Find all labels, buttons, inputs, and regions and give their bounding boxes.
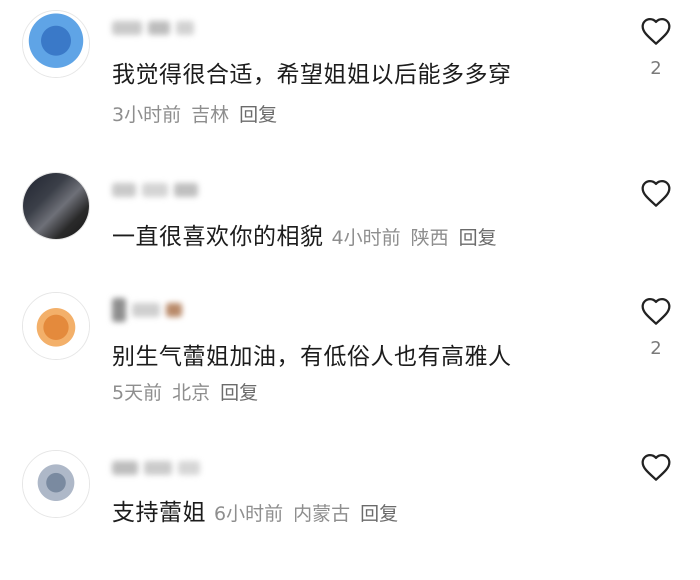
avatar[interactable] [22,292,90,360]
reply-button[interactable]: 回复 [220,382,258,404]
avatar-image [23,173,89,239]
comment-location: 陕西 [410,227,449,249]
avatar-image [23,293,89,359]
comment-item: 别生气蕾姐加油，有低俗人也有高雅人 5天前 北京 回复 2 [0,282,700,422]
comment-item: 支持蕾姐 6小时前 内蒙古 回复 [0,440,700,580]
username-blur-block [148,21,170,35]
heart-icon [641,18,671,45]
like-button[interactable]: 2 [638,16,674,79]
avatar[interactable] [22,10,90,78]
avatar-image [23,451,89,517]
comment-item: 一直很喜欢你的相貌 4小时前 陕西 回复 [0,162,700,302]
comment-meta: 6小时前 内蒙古 回复 [214,503,408,525]
comment-time: 6小时前 [214,503,284,525]
comment-location: 内蒙古 [293,503,351,525]
username-blur-block [174,183,198,197]
username-blurred[interactable] [112,14,222,42]
comment-text: 一直很喜欢你的相貌 [112,224,324,250]
avatar[interactable] [22,450,90,518]
avatar[interactable] [22,172,90,240]
reply-button[interactable]: 回复 [239,104,277,126]
comment-text-row: 一直很喜欢你的相貌 4小时前 陕西 回复 [112,217,610,251]
username-blur-block [112,21,142,35]
reply-button[interactable]: 回复 [360,503,398,525]
heart-icon [641,454,671,481]
heart-icon [641,298,671,325]
comment-time: 5天前 [112,382,163,404]
like-count: 2 [650,58,662,79]
heart-icon [641,180,671,207]
comment-meta: 3小时前 吉林 回复 [112,100,610,127]
username-blur-block [112,298,126,322]
like-button[interactable]: 2 [638,296,674,359]
like-count: 2 [650,338,662,359]
username-blur-block [176,21,194,35]
comment-item: 我觉得很合适，希望姐姐以后能多多穿 3小时前 吉林 回复 2 [0,0,700,140]
comment-time: 3小时前 [112,104,182,126]
username-blur-block [166,303,182,317]
username-blur-block [112,461,138,475]
username-blur-block [144,461,172,475]
like-button[interactable] [638,178,674,220]
comment-meta: 4小时前 陕西 回复 [332,227,507,249]
username-blurred[interactable] [112,296,222,324]
comment-meta: 5天前 北京 回复 [112,378,610,405]
comment-text: 别生气蕾姐加油，有低俗人也有高雅人 [112,344,512,370]
comment-location: 北京 [172,382,211,404]
username-blur-block [142,183,168,197]
username-blur-block [112,183,136,197]
comment-text-row: 支持蕾姐 6小时前 内蒙古 回复 [112,493,610,527]
like-button[interactable] [638,452,674,494]
comment-text: 支持蕾姐 [112,500,206,526]
comment-time: 4小时前 [331,227,401,249]
username-blurred[interactable] [112,176,222,204]
comment-location: 吉林 [191,104,230,126]
username-blur-block [178,461,200,475]
avatar-image [23,11,89,77]
comment-text: 我觉得很合适，希望姐姐以后能多多穿 [112,62,512,88]
username-blurred[interactable] [112,454,222,482]
reply-button[interactable]: 回复 [459,227,497,249]
username-blur-block [132,303,160,317]
